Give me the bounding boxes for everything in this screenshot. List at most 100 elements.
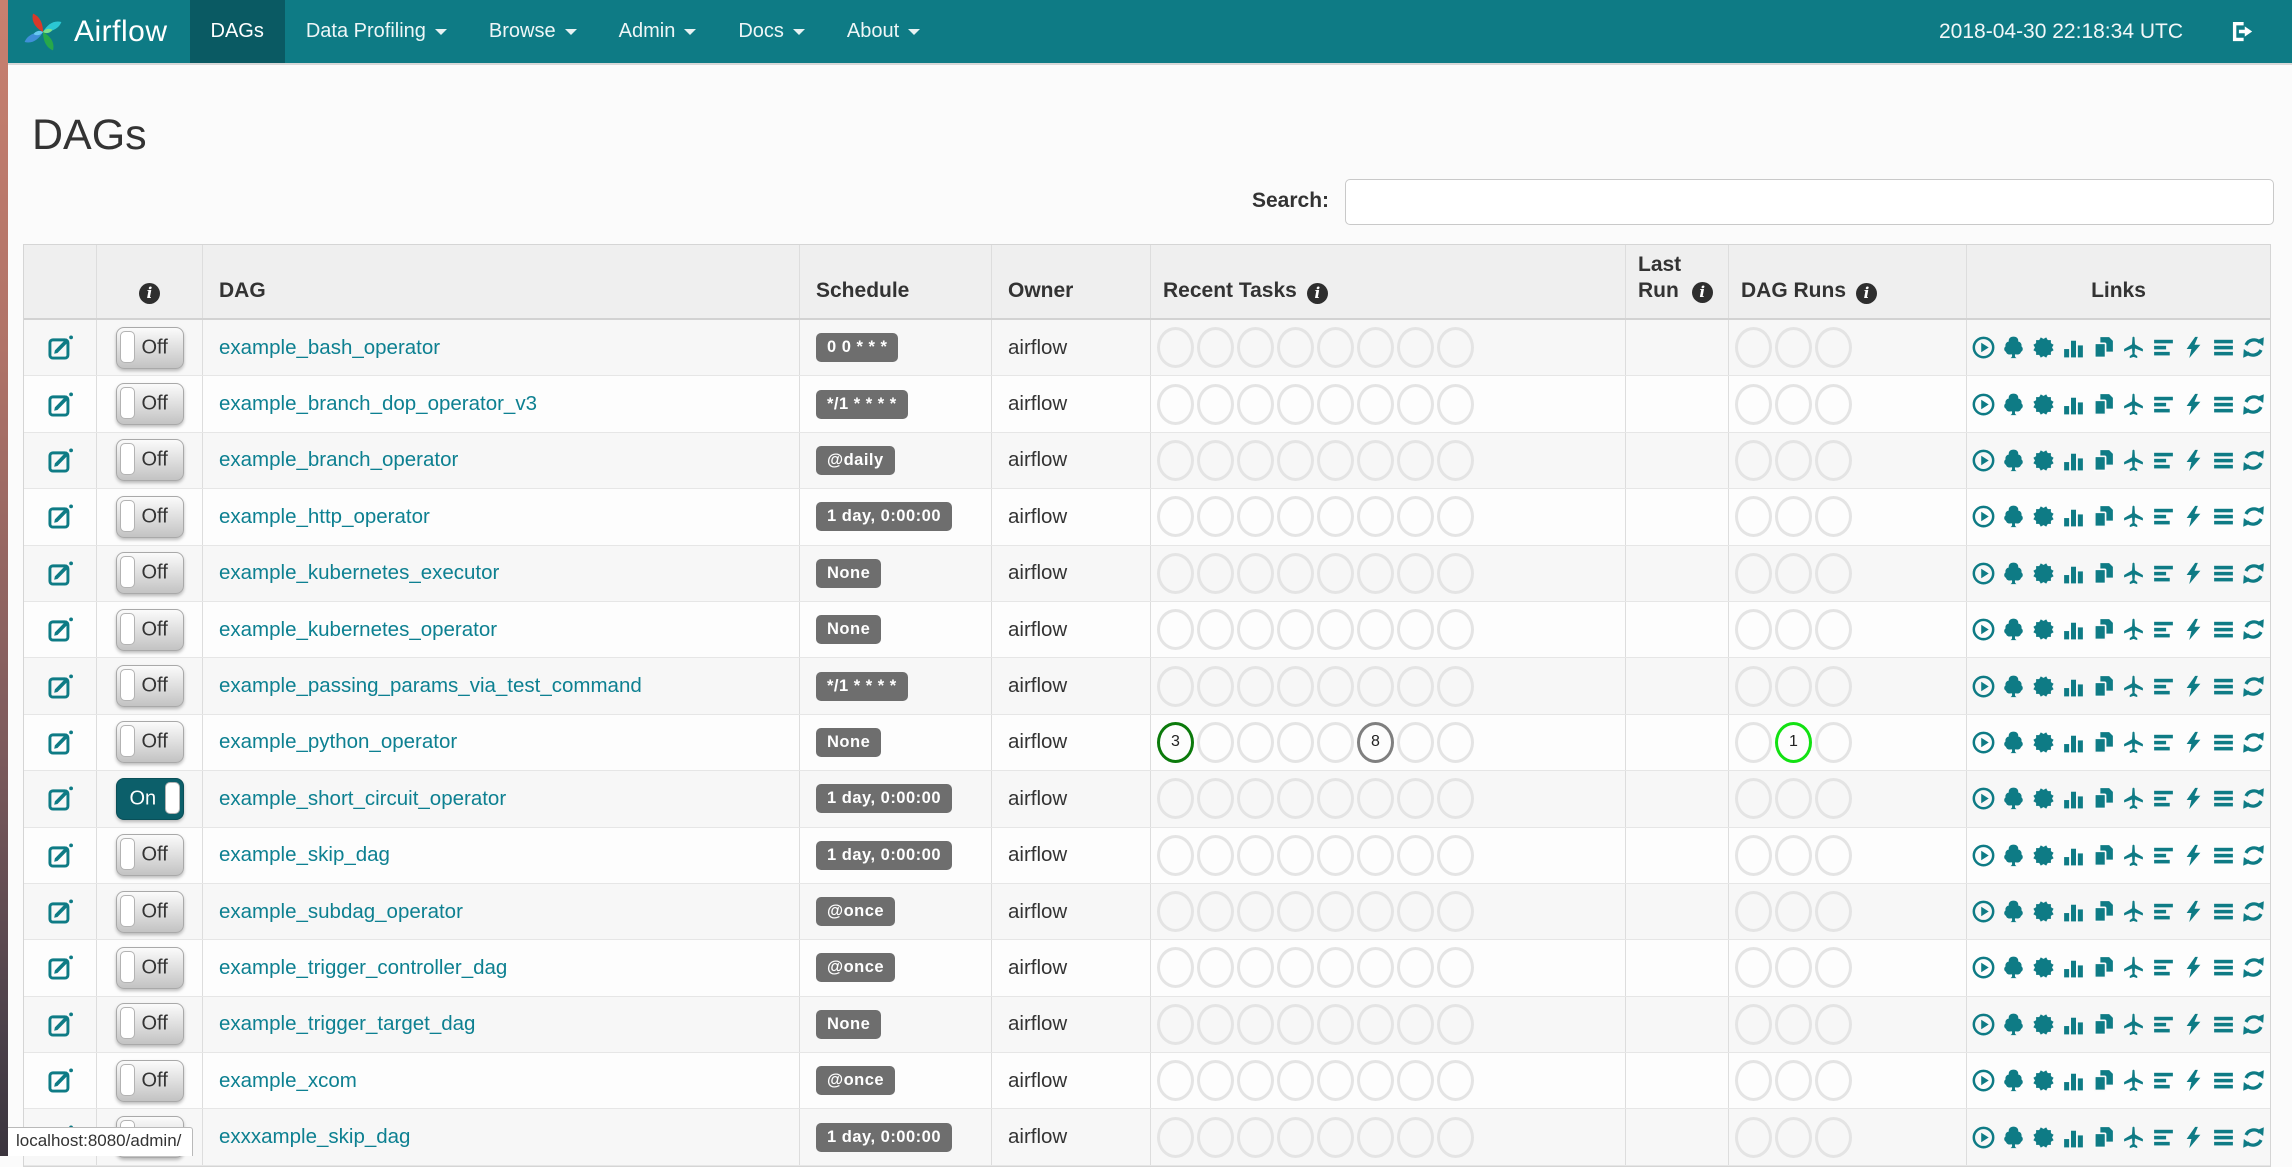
landing-times-icon[interactable] [2121, 448, 2146, 473]
dag-run-state-circle[interactable] [1735, 778, 1772, 820]
gantt-view-icon[interactable] [2151, 674, 2176, 699]
edit-dag-button[interactable] [47, 1011, 74, 1038]
landing-times-icon[interactable] [2121, 730, 2146, 755]
dag-run-state-circle[interactable] [1735, 891, 1772, 933]
dag-run-state-circle[interactable] [1735, 1060, 1772, 1102]
task-duration-icon[interactable] [2061, 1012, 2086, 1037]
logs-icon[interactable] [2211, 843, 2236, 868]
dag-run-state-circle[interactable] [1815, 665, 1852, 707]
dag-run-state-circle[interactable] [1775, 891, 1812, 933]
trigger-dag-icon[interactable] [1971, 786, 1996, 811]
landing-times-icon[interactable] [2121, 392, 2146, 417]
task-state-circle[interactable] [1437, 1116, 1474, 1158]
tree-view-icon[interactable] [2001, 1125, 2026, 1150]
dag-link[interactable]: example_branch_dop_operator_v3 [219, 392, 537, 416]
refresh-icon[interactable] [2241, 392, 2266, 417]
gantt-view-icon[interactable] [2151, 955, 2176, 980]
logs-icon[interactable] [2211, 1125, 2236, 1150]
dag-run-state-circle[interactable] [1815, 327, 1852, 369]
task-state-circle[interactable] [1277, 721, 1314, 763]
task-state-circle[interactable] [1157, 552, 1194, 594]
task-state-circle[interactable] [1317, 665, 1354, 707]
header-schedule[interactable]: Schedule [800, 245, 992, 318]
dag-run-state-circle[interactable] [1735, 552, 1772, 594]
task-state-circle[interactable] [1397, 496, 1434, 538]
trigger-dag-icon[interactable] [1971, 955, 1996, 980]
edit-dag-button[interactable] [47, 447, 74, 474]
code-view-icon[interactable] [2181, 617, 2206, 642]
header-owner[interactable]: Owner [992, 245, 1151, 318]
nav-item-about[interactable]: About [826, 0, 941, 63]
edit-dag-button[interactable] [47, 785, 74, 812]
dag-run-state-circle[interactable] [1815, 439, 1852, 481]
task-state-circle[interactable] [1317, 1116, 1354, 1158]
task-state-circle[interactable] [1397, 778, 1434, 820]
edit-dag-button[interactable] [47, 842, 74, 869]
task-state-circle[interactable] [1437, 609, 1474, 651]
refresh-icon[interactable] [2241, 504, 2266, 529]
dag-run-state-circle[interactable] [1735, 1116, 1772, 1158]
task-state-circle[interactable] [1197, 609, 1234, 651]
dag-run-state-circle[interactable] [1735, 439, 1772, 481]
task-state-circle[interactable] [1317, 947, 1354, 989]
refresh-icon[interactable] [2241, 674, 2266, 699]
landing-times-icon[interactable] [2121, 1012, 2146, 1037]
task-state-circle[interactable] [1277, 665, 1314, 707]
edit-dag-button[interactable] [47, 898, 74, 925]
task-state-circle[interactable] [1157, 665, 1194, 707]
task-state-circle[interactable] [1157, 383, 1194, 425]
gantt-view-icon[interactable] [2151, 1125, 2176, 1150]
graph-view-icon[interactable] [2031, 448, 2056, 473]
code-view-icon[interactable] [2181, 786, 2206, 811]
dag-run-state-circle[interactable] [1775, 383, 1812, 425]
landing-times-icon[interactable] [2121, 504, 2146, 529]
nav-item-docs[interactable]: Docs [717, 0, 826, 63]
graph-view-icon[interactable] [2031, 392, 2056, 417]
code-view-icon[interactable] [2181, 899, 2206, 924]
tree-view-icon[interactable] [2001, 955, 2026, 980]
task-state-circle[interactable] [1397, 665, 1434, 707]
dag-pause-toggle[interactable]: Off [115, 834, 184, 877]
logs-icon[interactable] [2211, 1068, 2236, 1093]
task-state-circle[interactable] [1157, 439, 1194, 481]
task-state-circle[interactable] [1357, 947, 1394, 989]
task-state-circle[interactable] [1237, 834, 1274, 876]
task-state-circle[interactable] [1437, 834, 1474, 876]
schedule-badge[interactable]: None [816, 727, 882, 757]
dag-link[interactable]: example_branch_operator [219, 448, 458, 472]
task-duration-icon[interactable] [2061, 617, 2086, 642]
task-state-circle[interactable] [1197, 947, 1234, 989]
logs-icon[interactable] [2211, 674, 2236, 699]
task-state-circle[interactable] [1437, 778, 1474, 820]
dag-run-state-circle[interactable] [1735, 609, 1772, 651]
task-state-circle[interactable] [1157, 1060, 1194, 1102]
trigger-dag-icon[interactable] [1971, 504, 1996, 529]
dag-run-state-circle[interactable] [1815, 947, 1852, 989]
task-state-circle[interactable] [1317, 327, 1354, 369]
task-state-circle[interactable] [1437, 721, 1474, 763]
task-duration-icon[interactable] [2061, 448, 2086, 473]
dag-link[interactable]: example_bash_operator [219, 336, 440, 360]
task-tries-icon[interactable] [2091, 843, 2116, 868]
task-state-circle[interactable] [1197, 1003, 1234, 1045]
graph-view-icon[interactable] [2031, 1012, 2056, 1037]
logs-icon[interactable] [2211, 448, 2236, 473]
refresh-icon[interactable] [2241, 899, 2266, 924]
task-tries-icon[interactable] [2091, 1068, 2116, 1093]
graph-view-icon[interactable] [2031, 504, 2056, 529]
edit-dag-button[interactable] [47, 616, 74, 643]
schedule-badge[interactable]: None [816, 615, 882, 645]
task-duration-icon[interactable] [2061, 504, 2086, 529]
tree-view-icon[interactable] [2001, 786, 2026, 811]
task-state-circle[interactable] [1317, 609, 1354, 651]
task-state-circle[interactable] [1317, 552, 1354, 594]
task-state-circle[interactable] [1197, 383, 1234, 425]
task-state-circle[interactable] [1437, 383, 1474, 425]
dag-link[interactable]: example_subdag_operator [219, 900, 463, 924]
task-state-circle[interactable] [1437, 439, 1474, 481]
trigger-dag-icon[interactable] [1971, 674, 1996, 699]
navbar-brand[interactable]: Airflow [8, 0, 190, 63]
tree-view-icon[interactable] [2001, 561, 2026, 586]
dag-pause-toggle[interactable]: Off [115, 495, 184, 538]
task-state-circle[interactable] [1277, 778, 1314, 820]
